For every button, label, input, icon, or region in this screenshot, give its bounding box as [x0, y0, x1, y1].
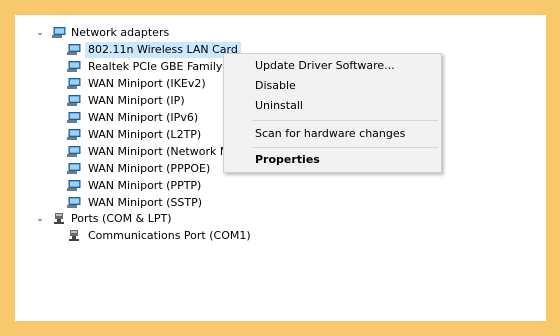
tree-item-label: WAN Miniport (PPTP)	[88, 179, 202, 192]
network-adapter-icon	[52, 27, 66, 39]
tree-item-label: WAN Miniport (IKEv2)	[88, 77, 206, 90]
network-adapter-icon	[67, 163, 81, 175]
menu-separator	[252, 147, 438, 148]
menu-item-properties[interactable]: Properties	[224, 150, 441, 170]
tree-item-label: WAN Miniport (PPPOE)	[88, 162, 211, 175]
port-icon	[67, 230, 81, 242]
network-adapter-icon	[67, 44, 81, 56]
tree-category-label: Network adapters	[71, 26, 170, 39]
tree-item-label: Realtek PCIe GBE Family Co	[88, 60, 241, 73]
tree-category-label: Ports (COM & LPT)	[71, 212, 172, 225]
menu-item-scan-hardware[interactable]: Scan for hardware changes	[224, 124, 441, 144]
network-adapter-icon	[67, 197, 81, 209]
tree-item-label: WAN Miniport (Network M	[88, 145, 230, 158]
chevron-down-icon[interactable]: ⌄	[35, 211, 45, 227]
menu-item-disable[interactable]: Disable	[224, 76, 441, 96]
network-adapter-icon	[67, 180, 81, 192]
menu-item-uninstall[interactable]: Uninstall	[224, 96, 441, 116]
menu-item-update-driver[interactable]: Update Driver Software...	[224, 56, 441, 76]
menu-separator	[252, 120, 438, 121]
context-menu: Update Driver Software... Disable Uninst…	[223, 53, 442, 173]
tree-item-label: WAN Miniport (L2TP)	[88, 128, 202, 141]
network-adapter-icon	[67, 61, 81, 73]
tree-item-label: Communications Port (COM1)	[88, 229, 251, 242]
chevron-down-icon[interactable]: ⌄	[35, 25, 45, 41]
port-icon	[52, 213, 66, 225]
network-adapter-icon	[67, 95, 81, 107]
tree-item-label: WAN Miniport (SSTP)	[88, 196, 203, 209]
network-adapter-icon	[67, 146, 81, 158]
network-adapter-icon	[67, 129, 81, 141]
tree-item-label: WAN Miniport (IP)	[88, 94, 185, 107]
tree-item-label: WAN Miniport (IPv6)	[88, 111, 199, 124]
network-adapter-icon	[67, 112, 81, 124]
network-adapter-icon	[67, 78, 81, 90]
tree-item-label: 802.11n Wireless LAN Card	[85, 42, 241, 58]
